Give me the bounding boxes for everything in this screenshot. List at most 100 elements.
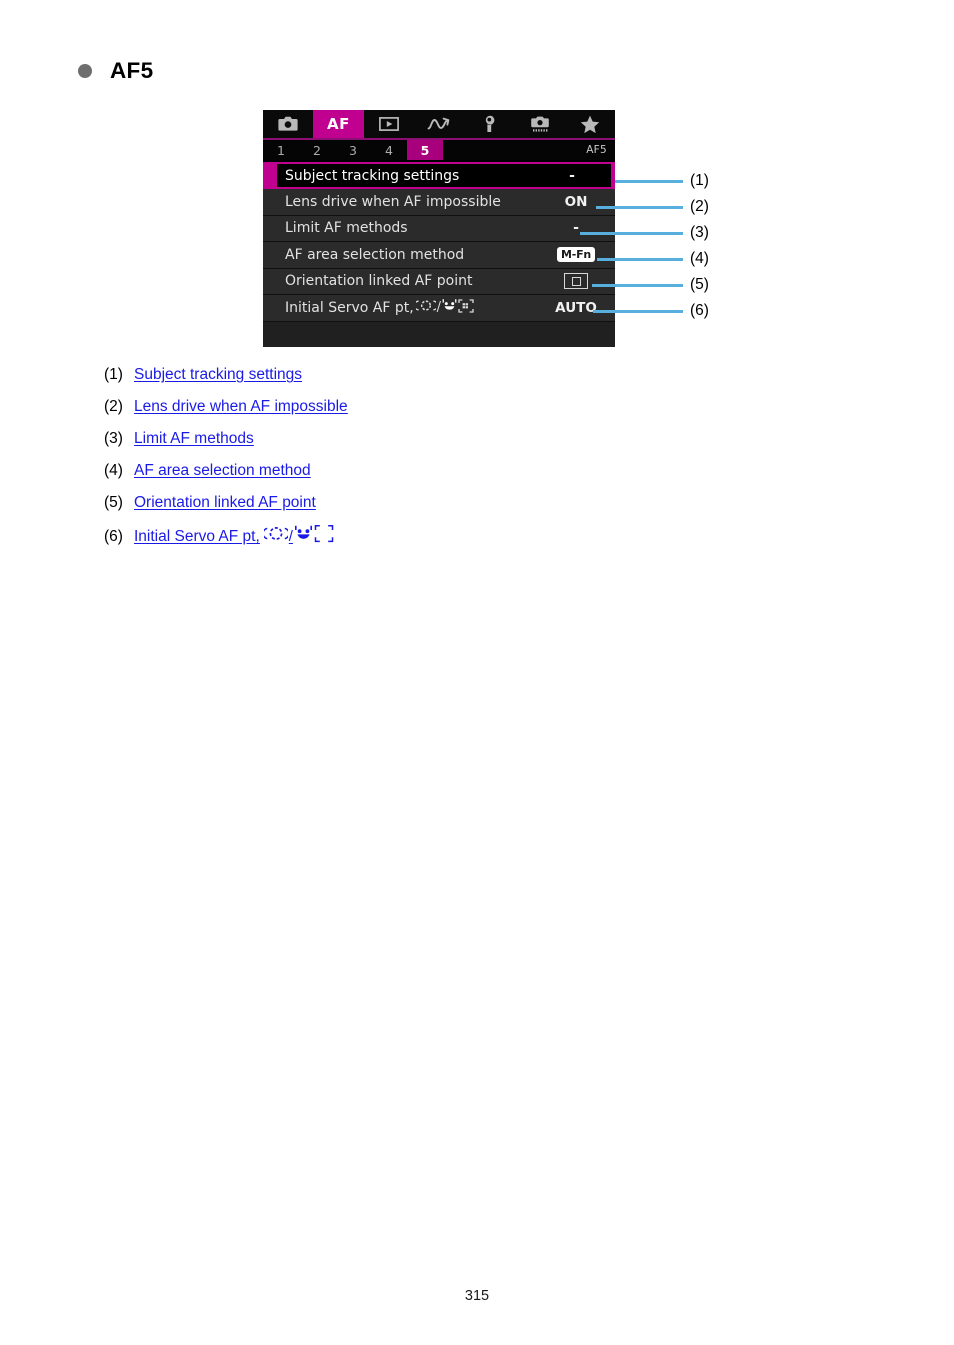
menu-number-tab-bar: 1 2 3 4 5 AF5 bbox=[263, 140, 615, 160]
af-frame-circle-icon bbox=[413, 298, 438, 317]
slash-separator: / bbox=[436, 300, 442, 316]
menu-row-label: Subject tracking settings bbox=[285, 167, 460, 184]
link-number: (1) bbox=[104, 366, 123, 383]
wrench-icon bbox=[481, 115, 497, 133]
m-fn-badge: M-Fn bbox=[556, 247, 596, 263]
page-number: 315 bbox=[464, 1288, 490, 1304]
menu-row-limit-af-methods[interactable]: Limit AF methods - bbox=[263, 215, 615, 242]
link-text: Lens drive when AF impossible bbox=[134, 398, 348, 415]
menu-row-label: Orientation linked AF point bbox=[285, 273, 473, 290]
menu-row-list: Subject tracking settings - Lens drive w… bbox=[263, 160, 615, 347]
link-initial-servo-af-pt[interactable]: Initial Servo AF pt, / bbox=[134, 524, 334, 550]
link-text: Orientation linked AF point bbox=[134, 494, 316, 511]
callout-line bbox=[592, 283, 683, 287]
callout-number: (6) bbox=[690, 302, 709, 320]
page-heading: AF5 bbox=[78, 58, 154, 83]
link-item-5: (5) Orientation linked AF point bbox=[104, 492, 704, 514]
link-item-6: (6) Initial Servo AF pt, / bbox=[104, 524, 704, 550]
servo-af-glyph-group: / bbox=[413, 298, 474, 317]
number-tab-1[interactable]: 1 bbox=[263, 140, 299, 160]
link-number: (6) bbox=[104, 528, 123, 545]
menu-row-lens-drive[interactable]: Lens drive when AF impossible ON bbox=[263, 189, 615, 216]
callout-line bbox=[593, 309, 683, 313]
link-subject-tracking-settings[interactable]: Subject tracking settings bbox=[134, 364, 302, 386]
menu-row-subject-tracking[interactable]: Subject tracking settings - bbox=[263, 162, 615, 189]
link-text: Initial Servo AF pt, bbox=[134, 528, 260, 545]
callout-number: (3) bbox=[690, 224, 709, 242]
playback-icon bbox=[378, 117, 399, 131]
link-orientation-linked-af-point[interactable]: Orientation linked AF point bbox=[134, 492, 316, 514]
menu-row-value: - bbox=[569, 167, 575, 184]
af-text-icon: AF bbox=[326, 115, 350, 133]
tab-my-menu[interactable] bbox=[565, 110, 615, 138]
link-number: (5) bbox=[104, 494, 123, 511]
menu-row-af-area-selection[interactable]: AF area selection method M-Fn bbox=[263, 242, 615, 269]
tab-setup[interactable] bbox=[464, 110, 514, 138]
wireless-icon bbox=[427, 116, 451, 132]
selected-row-inner: Subject tracking settings - bbox=[277, 164, 611, 187]
menu-row-label: Initial Servo AF pt, / bbox=[263, 298, 537, 317]
custom-camera-icon bbox=[530, 115, 550, 133]
tab-custom-functions[interactable] bbox=[514, 110, 564, 138]
link-item-4: (4) AF area selection method bbox=[104, 460, 704, 482]
number-tab-spacer bbox=[443, 140, 586, 160]
link-item-3: (3) Limit AF methods bbox=[104, 428, 704, 450]
callout-5: (5) bbox=[592, 276, 709, 294]
menu-row-orientation-linked[interactable]: Orientation linked AF point bbox=[263, 268, 615, 295]
number-tab-4[interactable]: 4 bbox=[371, 140, 407, 160]
tab-playback[interactable] bbox=[364, 110, 414, 138]
link-text: AF area selection method bbox=[134, 462, 311, 479]
callout-line bbox=[615, 179, 683, 183]
menu-row-label: Limit AF methods bbox=[285, 220, 408, 237]
menu-row-label: AF area selection method bbox=[285, 246, 465, 263]
menu-icon-tab-bar: AF bbox=[263, 110, 615, 140]
callout-1: (1) bbox=[615, 172, 709, 190]
callout-line bbox=[580, 231, 683, 235]
callout-3: (3) bbox=[580, 224, 709, 242]
number-tab-5[interactable]: 5 bbox=[407, 140, 443, 160]
tab-network[interactable] bbox=[414, 110, 464, 138]
callout-number: (4) bbox=[690, 250, 709, 268]
menu-row-label-text: Initial Servo AF pt, bbox=[285, 299, 414, 316]
callout-line bbox=[597, 257, 683, 261]
link-lens-drive-when-af-impossible[interactable]: Lens drive when AF impossible bbox=[134, 396, 348, 418]
servo-af-glyph-group: / bbox=[262, 524, 334, 550]
link-number: (2) bbox=[104, 398, 123, 415]
callout-number: (1) bbox=[690, 172, 709, 190]
tab-af[interactable]: AF bbox=[313, 110, 364, 138]
af-area-grid-icon bbox=[458, 299, 474, 317]
af-frame-circle-icon bbox=[262, 524, 290, 550]
callout-link-list: (1) Subject tracking settings (2) Lens d… bbox=[104, 364, 704, 560]
callout-6: (6) bbox=[593, 302, 709, 320]
callout-number: (2) bbox=[690, 198, 709, 216]
link-text: Limit AF methods bbox=[134, 430, 254, 447]
page-title: AF5 bbox=[110, 58, 154, 83]
link-af-area-selection-method[interactable]: AF area selection method bbox=[134, 460, 311, 482]
af-area-frame-icon bbox=[314, 524, 334, 550]
bullet-icon bbox=[78, 64, 92, 79]
number-tab-2[interactable]: 2 bbox=[299, 140, 335, 160]
link-item-2: (2) Lens drive when AF impossible bbox=[104, 396, 704, 418]
orientation-af-point-icon bbox=[564, 273, 588, 290]
menu-row-label: Lens drive when AF impossible bbox=[285, 193, 501, 210]
callout-4: (4) bbox=[597, 250, 709, 268]
camera-icon bbox=[278, 116, 298, 132]
face-tracking-icon bbox=[442, 298, 457, 317]
camera-menu-screenshot: AF 1 2 3 4 5 AF5 Subject tracking settin… bbox=[263, 110, 615, 347]
menu-row-empty bbox=[263, 321, 615, 347]
menu-row-initial-servo-af-pt[interactable]: Initial Servo AF pt, / AUTO bbox=[263, 295, 615, 322]
callout-2: (2) bbox=[596, 198, 709, 216]
star-icon bbox=[580, 115, 600, 134]
number-tab-3[interactable]: 3 bbox=[335, 140, 371, 160]
callout-line bbox=[596, 205, 683, 209]
tab-shooting[interactable] bbox=[263, 110, 313, 138]
slash-separator: / bbox=[288, 528, 293, 545]
link-number: (3) bbox=[104, 430, 123, 447]
menu-page-code: AF5 bbox=[586, 144, 607, 156]
link-item-1: (1) Subject tracking settings bbox=[104, 364, 704, 386]
link-number: (4) bbox=[104, 462, 123, 479]
callout-number: (5) bbox=[690, 276, 709, 294]
link-text: Subject tracking settings bbox=[134, 366, 303, 383]
link-limit-af-methods[interactable]: Limit AF methods bbox=[134, 428, 254, 450]
face-tracking-icon bbox=[294, 524, 313, 550]
